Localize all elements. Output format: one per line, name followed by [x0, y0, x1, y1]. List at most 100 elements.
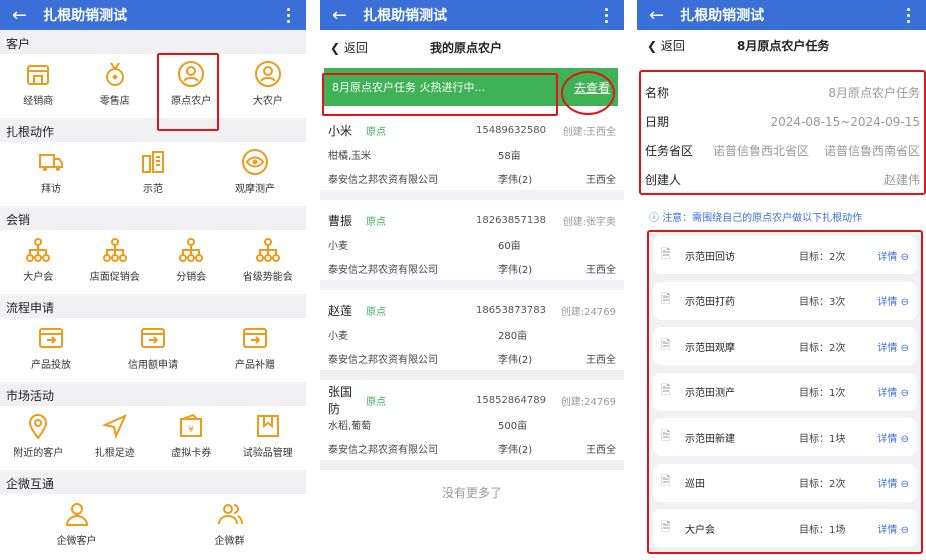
section-grid: 企微客户 企微群 [0, 494, 306, 558]
menu-item[interactable]: 大农户 [230, 60, 306, 118]
farmer-name: 小米 [328, 123, 353, 138]
task-item[interactable]: 🗎 示范田打药 目标：3次 详情 ⊖ [653, 281, 917, 320]
area: 500亩 [498, 420, 528, 432]
phone-number[interactable]: 18653873783 [476, 305, 556, 316]
phone-number[interactable]: 15852864789 [476, 395, 556, 406]
task-doc-icon: 🗎 [661, 519, 671, 534]
more-menu-icon[interactable] [598, 7, 614, 23]
menu-item-label: 产品投放 [31, 360, 71, 371]
transfer-icon [241, 324, 269, 352]
demo-icon [139, 148, 167, 176]
app-title: 扎根助销测试 [680, 8, 765, 24]
region-value-2: 诺普信鲁西南省区 [823, 144, 920, 158]
menu-item[interactable]: 零售店 [77, 60, 153, 118]
crops: 柑橘,玉米 [328, 150, 372, 162]
section-grid: 大户会 店面促销会 分销会 省级势能会 [0, 230, 306, 294]
task-target: 目标：3次 [799, 297, 846, 308]
menu-item[interactable]: 经销商 [0, 60, 76, 118]
section-grid: 拜访 示范 观摩测产 [0, 142, 306, 206]
more-menu-icon[interactable] [900, 7, 916, 23]
detail-link[interactable]: 详情 ⊖ [877, 293, 909, 308]
detail-link[interactable]: 详情 ⊖ [877, 339, 909, 354]
task-target: 目标：1场 [799, 524, 846, 536]
phone-number[interactable]: 15489632580 [476, 125, 556, 136]
chevron-circle-icon: ⊖ [900, 524, 909, 536]
menu-item[interactable]: 分销会 [153, 236, 229, 294]
detail-link[interactable]: 详情 ⊖ [877, 475, 909, 490]
farmer-row-2: 小麦 60亩 [328, 232, 616, 256]
task-item[interactable]: 🗎 示范田测产 目标：1次 详情 ⊖ [653, 372, 917, 411]
menu-item[interactable]: 示范 [115, 148, 191, 206]
detail-link[interactable]: 详情 ⊖ [877, 430, 909, 445]
farmer-row-1: 张国防 原点 15852864789 创建:24769 [328, 385, 616, 416]
menu-item[interactable]: 附近的客户 [0, 412, 76, 470]
menu-item[interactable]: 省级势能会 [230, 236, 306, 294]
menu-item[interactable]: 店面促销会 [77, 236, 153, 294]
app-bar: ← 扎根助销测试 [0, 0, 306, 30]
farmer-card[interactable]: 赵莲 原点 18653873783 创建:24769 小麦 280亩 泰安信之邦农资有限公司… [320, 290, 624, 380]
menu-item[interactable]: 产品补赠 [217, 324, 293, 382]
farmer-card[interactable]: 曹振 原点 18263857138 创建:张宇奥 小麦 60亩 泰安信之邦农资有限公司 李伟(… [320, 200, 624, 290]
org-chart-icon [254, 236, 282, 264]
menu-item[interactable]: 大户会 [0, 236, 76, 294]
function-sections: 客户 经销商 零售店 原点农户 大农户 扎根动作 拜访 示范 观摩测产 会销 大户会 店面促销会 分销会… [0, 30, 306, 558]
farmer-name: 张国防 [328, 385, 353, 416]
org-chart-icon [101, 236, 129, 264]
menu-item[interactable]: ¥ 虚拟卡券 [153, 412, 229, 470]
back-button[interactable]: ❮ 返回 [647, 37, 737, 54]
name-label: 名称 [645, 86, 670, 100]
menu-item[interactable]: 企微群 [192, 500, 268, 558]
menu-item[interactable]: 试验品管理 [230, 412, 306, 470]
farmer-card[interactable]: 张国防 原点 15852864789 创建:24769 水稻,葡萄 500亩 泰安信之邦农资… [320, 380, 624, 470]
menu-item[interactable]: 扎根足迹 [77, 412, 153, 470]
creator-text: 创建:24769 [560, 396, 616, 408]
task-detail-screen: ← 扎根助销测试 ❮ 返回 8月原点农户任务 名称 8月原点农户任务 日期 20… [637, 0, 926, 560]
info-row-creator: 创建人 赵建伟 [645, 165, 920, 194]
menu-item[interactable]: 观摩测产 [217, 148, 293, 206]
page-title: 我的原点农户 [430, 40, 503, 55]
sub-header: ❮ 返回 8月原点农户任务 [637, 30, 926, 60]
task-name: 示范田测产 [685, 388, 735, 399]
menu-item[interactable]: 企微客户 [39, 500, 115, 558]
back-arrow-icon[interactable]: ← [649, 5, 664, 26]
task-name: 巡田 [685, 479, 705, 490]
home-screen: ← 扎根助销测试 客户 经销商 零售店 原点农户 大农户 扎根动作 拜访 示范 观摩测产 会销 大户… [0, 0, 306, 560]
detail-link[interactable]: 详情 ⊖ [877, 521, 909, 536]
task-target: 目标：1次 [799, 388, 846, 399]
farmer-row-1: 小米 原点 15489632580 创建:王西全 [328, 118, 616, 142]
origin-tag: 原点 [366, 396, 386, 408]
farmer-row-2: 水稻,葡萄 500亩 [328, 412, 616, 436]
task-item[interactable]: 🗎 大户会 目标：1场 详情 ⊖ [653, 509, 917, 547]
navigation-icon [101, 412, 129, 440]
menu-item-label: 虚拟卡券 [171, 448, 212, 459]
back-arrow-icon[interactable]: ← [12, 5, 27, 26]
section-grid: 产品投放 信用额申请 产品补赠 [0, 318, 306, 382]
task-target: 目标：2次 [799, 251, 846, 263]
menu-item[interactable]: 产品投放 [13, 324, 89, 382]
farmer-row-1: 曹振 原点 18263857138 创建:张宇奥 [328, 208, 616, 232]
back-button[interactable]: ❮ 返回 [330, 39, 430, 56]
task-item[interactable]: 🗎 示范田观摩 目标：2次 详情 ⊖ [653, 327, 917, 365]
task-doc-icon: 🗎 [661, 292, 671, 306]
area: 60亩 [498, 240, 521, 252]
crops: 小麦 [328, 330, 348, 342]
app-title: 扎根助销测试 [363, 8, 448, 24]
task-name: 示范田新建 [685, 433, 735, 445]
farmer-card[interactable]: 小米 原点 15489632580 创建:王西全 柑橘,玉米 58亩 泰安信之邦农资有限公司… [320, 110, 624, 200]
app-bar: ← 扎根助销测试 [320, 0, 624, 30]
more-menu-icon[interactable] [280, 7, 296, 23]
detail-link[interactable]: 详情 ⊖ [877, 384, 909, 399]
menu-item[interactable]: 信用额申请 [115, 324, 191, 382]
task-item[interactable]: 🗎 示范田新建 目标：1块 详情 ⊖ [653, 418, 917, 456]
farmer-row-1: 赵莲 原点 18653873783 创建:24769 [328, 298, 616, 322]
task-target: 目标：2次 [799, 342, 846, 354]
task-item[interactable]: 🗎 示范田回访 目标：2次 详情 ⊖ [653, 236, 917, 274]
detail-link[interactable]: 详情 ⊖ [877, 248, 909, 263]
task-item[interactable]: 🗎 巡田 目标：2次 详情 ⊖ [653, 463, 917, 502]
phone-number[interactable]: 18263857138 [476, 215, 556, 226]
back-arrow-icon[interactable]: ← [332, 5, 347, 26]
agent: 李伟(2) [498, 174, 533, 186]
agent: 李伟(2) [498, 354, 533, 366]
menu-item[interactable]: 拜访 [13, 148, 89, 206]
creator-text: 创建:王西全 [562, 126, 616, 138]
